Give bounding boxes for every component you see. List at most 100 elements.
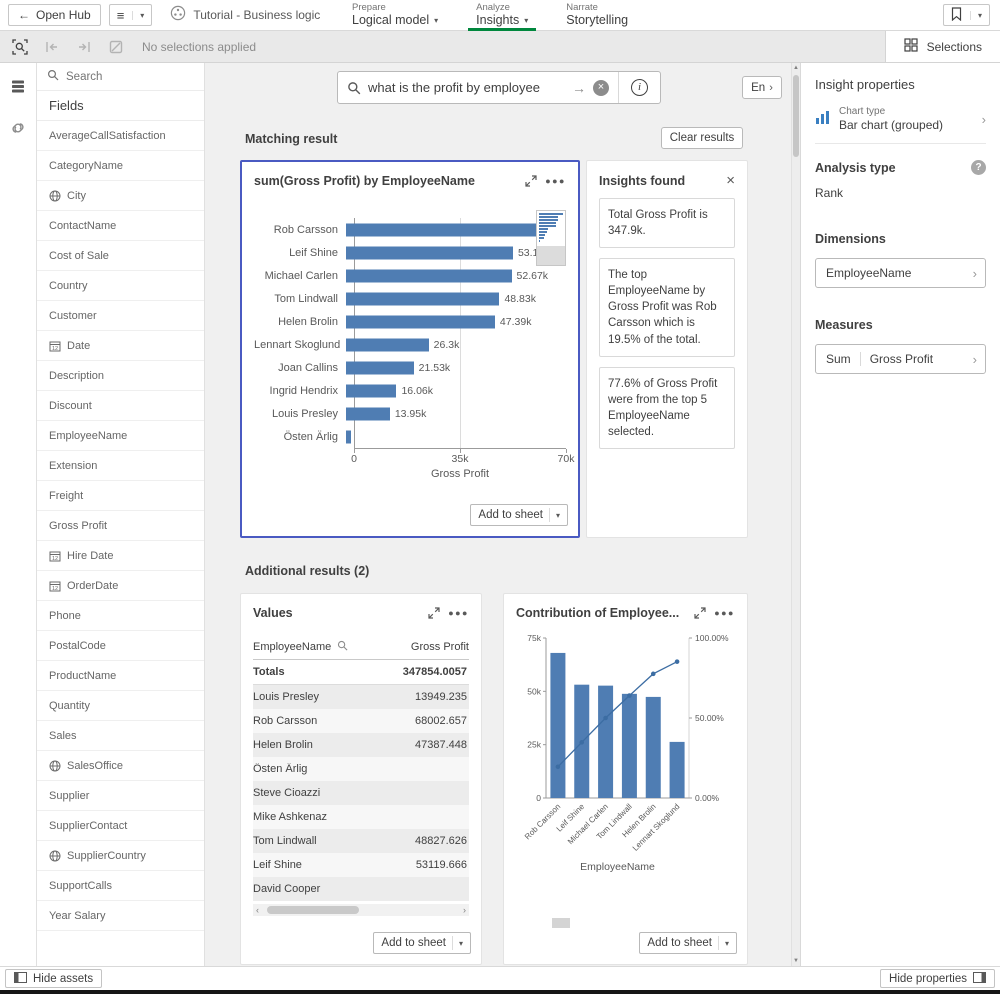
cell-employeename[interactable]: Tom Lindwall	[253, 835, 385, 847]
field-item-postalcode[interactable]: PostalCode	[37, 631, 204, 661]
field-item-suppliercountry[interactable]: SupplierCountry	[37, 841, 204, 871]
open-hub-button[interactable]: ← Open Hub	[8, 4, 101, 26]
expand-icon[interactable]	[525, 175, 537, 187]
selections-tool-button[interactable]: Selections	[885, 31, 1000, 62]
clear-selections-icon[interactable]	[106, 37, 126, 57]
bar[interactable]	[346, 338, 429, 351]
more-options-icon[interactable]: ●●●	[714, 608, 735, 618]
cell-employeename[interactable]: Louis Presley	[253, 691, 385, 703]
help-icon[interactable]: ?	[971, 160, 986, 175]
bar[interactable]	[346, 223, 560, 236]
values-table-card[interactable]: Values ●●● EmployeeName Gro	[240, 593, 482, 965]
measure-gross-profit-button[interactable]: Sum Gross Profit ›	[815, 344, 986, 374]
field-item-quantity[interactable]: Quantity	[37, 691, 204, 721]
insight-narrative[interactable]: Total Gross Profit is 347.9k.	[599, 198, 735, 248]
scroll-left-icon[interactable]: ‹	[256, 906, 259, 915]
cell-gross-profit[interactable]: 48827.626	[385, 835, 469, 847]
bar[interactable]	[346, 407, 390, 420]
contribution-chart[interactable]: 025k50k75k0.00%50.00%100.00%Rob CarssonL…	[516, 624, 735, 876]
cell-gross-profit[interactable]: 53119.666	[385, 859, 469, 871]
language-button[interactable]: En ›	[742, 76, 782, 99]
insight-narrative[interactable]: The top EmployeeName by Gross Profit was…	[599, 258, 735, 356]
link-icon[interactable]	[5, 115, 31, 141]
field-item-contactname[interactable]: ContactName	[37, 211, 204, 241]
scrollbar-thumb[interactable]	[267, 906, 359, 914]
field-item-sales[interactable]: Sales	[37, 721, 204, 751]
table-row[interactable]: Mike Ashkenaz	[253, 805, 469, 829]
close-icon[interactable]: ×	[726, 173, 735, 188]
nav-prepare[interactable]: Prepare Logical model▾	[352, 0, 438, 31]
bar[interactable]	[346, 246, 513, 259]
cell-employeename[interactable]: Leif Shine	[253, 859, 385, 871]
clear-results-button[interactable]: Clear results	[661, 127, 743, 149]
bar[interactable]	[346, 269, 512, 282]
field-item-customer[interactable]: Customer	[37, 301, 204, 331]
submit-arrow-icon[interactable]: →	[572, 80, 586, 96]
field-item-suppliercontact[interactable]: SupplierContact	[37, 811, 204, 841]
field-item-freight[interactable]: Freight	[37, 481, 204, 511]
step-back-icon[interactable]	[42, 37, 62, 57]
bookmarks-button[interactable]: ▾	[943, 4, 990, 26]
column-search-icon[interactable]	[337, 640, 348, 654]
nav-narrate[interactable]: Narrate Storytelling	[566, 0, 628, 31]
dimension-employeename-button[interactable]: EmployeeName ›	[815, 258, 986, 288]
bar[interactable]	[346, 315, 495, 328]
field-item-phone[interactable]: Phone	[37, 601, 204, 631]
field-item-city[interactable]: City	[37, 181, 204, 211]
contribution-chart-card[interactable]: Contribution of Employee... ●●● 025k50k7…	[503, 593, 748, 965]
scroll-right-icon[interactable]: ›	[463, 906, 466, 915]
nav-analyze[interactable]: Analyze Insights▾	[476, 0, 528, 31]
table-row[interactable]: Rob Carsson68002.657	[253, 709, 469, 733]
table-row[interactable]: Östen Ärlig	[253, 757, 469, 781]
field-item-cost-of-sale[interactable]: Cost of Sale	[37, 241, 204, 271]
hide-assets-button[interactable]: Hide assets	[5, 969, 102, 988]
field-item-date[interactable]: 12Date	[37, 331, 204, 361]
cell-gross-profit[interactable]: 68002.657	[385, 715, 469, 727]
table-row[interactable]: Helen Brolin47387.448	[253, 733, 469, 757]
nl-search-input[interactable]	[368, 80, 565, 95]
field-item-salesoffice[interactable]: SalesOffice	[37, 751, 204, 781]
more-options-icon[interactable]: ●●●	[448, 608, 469, 618]
scrollbar-thumb[interactable]	[793, 75, 799, 157]
search-info-button[interactable]: i	[618, 72, 660, 103]
assets-layers-icon[interactable]	[5, 73, 31, 99]
field-item-productname[interactable]: ProductName	[37, 661, 204, 691]
global-menu-button[interactable]: ≡ ▾	[109, 4, 153, 26]
cell-employeename[interactable]: Rob Carsson	[253, 715, 385, 727]
field-item-discount[interactable]: Discount	[37, 391, 204, 421]
step-forward-icon[interactable]	[74, 37, 94, 57]
add-to-sheet-button[interactable]: Add to sheet ▾	[373, 932, 471, 954]
scroll-down-icon[interactable]: ▼	[792, 958, 800, 964]
expand-icon[interactable]	[694, 607, 706, 619]
more-options-icon[interactable]: ●●●	[545, 176, 566, 186]
field-item-averagecallsatisfaction[interactable]: AverageCallSatisfaction	[37, 121, 204, 151]
cell-gross-profit[interactable]: 47387.448	[385, 739, 469, 751]
table-row[interactable]: Tom Lindwall48827.626	[253, 829, 469, 853]
cell-employeename[interactable]: Östen Ärlig	[253, 763, 385, 775]
add-to-sheet-button[interactable]: Add to sheet ▾	[639, 932, 737, 954]
horizontal-scrollbar[interactable]: ‹ ›	[253, 904, 469, 916]
scroll-up-icon[interactable]: ▲	[792, 65, 800, 71]
table-row[interactable]: David Cooper	[253, 877, 469, 901]
chart-type-row[interactable]: Chart type Bar chart (grouped) ›	[815, 106, 986, 144]
bar[interactable]	[346, 292, 499, 305]
table-row[interactable]: Steve Cioazzi	[253, 781, 469, 805]
cell-employeename[interactable]: David Cooper	[253, 883, 385, 895]
vertical-scrollbar[interactable]: ▲ ▼	[791, 63, 800, 966]
cell-employeename[interactable]: Helen Brolin	[253, 739, 385, 751]
clear-search-icon[interactable]: ×	[593, 80, 609, 96]
field-item-categoryname[interactable]: CategoryName	[37, 151, 204, 181]
bar[interactable]	[346, 384, 396, 397]
field-item-hire-date[interactable]: 12Hire Date	[37, 541, 204, 571]
bar[interactable]	[346, 430, 351, 443]
smart-search-icon[interactable]	[10, 37, 30, 57]
bar[interactable]	[346, 361, 414, 374]
column-header-gross-profit[interactable]: Gross Profit	[385, 641, 469, 653]
field-item-country[interactable]: Country	[37, 271, 204, 301]
hide-properties-button[interactable]: Hide properties	[880, 969, 995, 988]
insight-narrative[interactable]: 77.6% of Gross Profit were from the top …	[599, 367, 735, 449]
bar-chart-card[interactable]: sum(Gross Profit) by EmployeeName ●●● Ro…	[240, 160, 580, 538]
cell-employeename[interactable]: Steve Cioazzi	[253, 787, 385, 799]
field-item-orderdate[interactable]: 12OrderDate	[37, 571, 204, 601]
field-item-year-salary[interactable]: Year Salary	[37, 901, 204, 931]
